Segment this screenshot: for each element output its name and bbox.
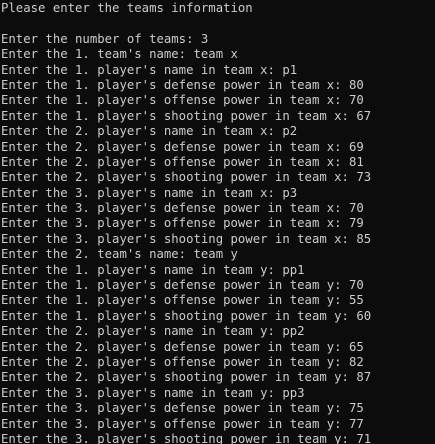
console-line: Enter the 1. team's name: team x xyxy=(1,47,238,62)
console-line: Enter the 2. team's name: team y xyxy=(1,247,238,262)
console-line: Enter the 1. player's name in team x: p1 xyxy=(1,62,298,77)
console-line: Enter the 2. player's shooting power in … xyxy=(1,170,372,185)
console-line: Enter the 1. player's offense power in t… xyxy=(1,293,364,308)
console-line: Enter the 1. player's offense power in t… xyxy=(1,93,364,108)
console-line: Enter the 3. player's shooting power in … xyxy=(1,231,372,246)
console-line: Enter the 2. player's defense power in t… xyxy=(1,139,364,154)
console-line: Enter the 3. player's defense power in t… xyxy=(1,401,364,416)
console-line: Enter the 1. player's name in team y: pp… xyxy=(1,262,305,277)
console-line: Enter the 3. player's offense power in t… xyxy=(1,216,364,231)
console-output[interactable]: Please enter the teams information Enter… xyxy=(0,0,435,444)
console-line: Enter the 2. player's name in team x: p2 xyxy=(1,124,298,139)
console-line: Please enter the teams information xyxy=(1,1,253,15)
console-line: Enter the 2. player's offense power in t… xyxy=(1,354,364,369)
console-line: Enter the 1. player's defense power in t… xyxy=(1,77,364,92)
console-line: Enter the 3. player's name in team x: p3 xyxy=(1,185,298,200)
console-line: Enter the 2. player's shooting power in … xyxy=(1,370,372,385)
console-line: Enter the 1. player's shooting power in … xyxy=(1,308,372,323)
console-line: Enter the 2. player's name in team y: pp… xyxy=(1,324,305,339)
console-line: Enter the 1. player's shooting power in … xyxy=(1,108,372,123)
console-line: Enter the 1. player's defense power in t… xyxy=(1,278,364,293)
console-line: Enter the number of teams: 3 xyxy=(1,31,209,46)
console-line: Enter the 2. player's offense power in t… xyxy=(1,154,364,169)
console-line: Enter the 3. player's name in team y: pp… xyxy=(1,385,305,400)
console-line: Enter the 2. player's defense power in t… xyxy=(1,339,364,354)
console-line: Enter the 3. player's shooting power in … xyxy=(1,431,372,444)
console-line: Enter the 3. player's offense power in t… xyxy=(1,416,364,431)
console-line: Enter the 3. player's defense power in t… xyxy=(1,201,364,216)
